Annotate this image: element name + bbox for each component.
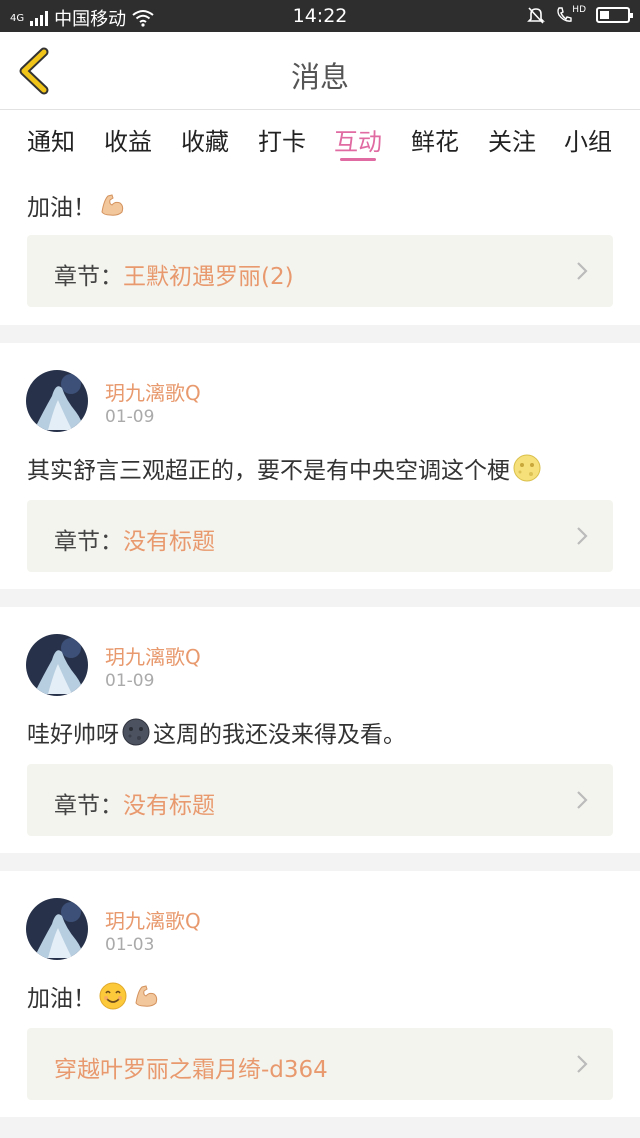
comment-text: 加油！ xyxy=(27,188,130,222)
chapter-prefix: 章节： xyxy=(54,264,123,290)
comment-text: 加油！ xyxy=(27,979,164,1013)
tab-label: 互动 xyxy=(334,128,382,156)
comment-date: 01-03 xyxy=(105,935,155,955)
avatar[interactable] xyxy=(26,370,88,432)
avatar[interactable] xyxy=(26,634,88,696)
nav-bar: 消息 xyxy=(0,32,640,110)
comment-body: 哇好帅呀 xyxy=(27,722,119,748)
chevron-right-icon xyxy=(577,527,588,545)
comment-text: 哇好帅呀 这周的我还没来得及看。 xyxy=(27,715,406,749)
chevron-right-icon xyxy=(577,791,588,809)
tab-label: 打卡 xyxy=(258,128,306,156)
chapter-prefix: 章节： xyxy=(54,793,123,819)
battery-icon xyxy=(596,7,633,23)
tab-notice[interactable]: 通知 xyxy=(16,122,86,157)
tab-label: 收藏 xyxy=(181,128,229,156)
page-title: 消息 xyxy=(290,60,349,94)
tab-label: 关注 xyxy=(488,128,536,156)
tab-label: 收益 xyxy=(104,128,152,156)
chapter-title: 没有标题 xyxy=(123,793,215,819)
tab-checkin[interactable]: 打卡 xyxy=(247,122,317,157)
chapter-link[interactable]: 穿越叶罗丽之霜月绮-d364 xyxy=(27,1028,613,1100)
comment-date: 01-09 xyxy=(105,407,155,427)
chapter-title: 穿越叶罗丽之霜月绮-d364 xyxy=(54,1057,328,1083)
chapter-label: 章节：没有标题 xyxy=(54,522,215,556)
chapter-prefix: 章节： xyxy=(54,529,123,555)
mute-bell-icon xyxy=(527,7,546,24)
chapter-title: 没有标题 xyxy=(123,529,215,555)
user-name[interactable]: 玥九漓歌Q xyxy=(105,641,201,670)
chapter-label: 章节：没有标题 xyxy=(54,786,215,820)
tab-groups[interactable]: 小组 xyxy=(553,122,623,157)
chapter-title: 王默初遇罗丽(2) xyxy=(123,264,294,290)
chapter-label: 穿越叶罗丽之霜月绮-d364 xyxy=(54,1050,328,1084)
status-bar: 4G 中国移动 14:22 HD xyxy=(0,0,640,32)
chevron-right-icon xyxy=(577,1055,588,1073)
active-tab-indicator xyxy=(340,158,376,161)
avatar[interactable] xyxy=(26,898,88,960)
hd-call-icon: HD xyxy=(556,6,586,24)
tab-label: 通知 xyxy=(27,128,75,156)
flexed-biceps-icon xyxy=(135,985,158,1007)
comment-body-continued: 这周的我还没来得及看。 xyxy=(153,722,406,748)
user-name[interactable]: 玥九漓歌Q xyxy=(105,905,201,934)
hd-label: HD xyxy=(572,5,586,15)
tab-favorites[interactable]: 收藏 xyxy=(170,122,240,157)
comment-body: 其实舒言三观超正的，要不是有中央空调这个梗 xyxy=(27,458,510,484)
comment-body: 加油！ xyxy=(27,986,96,1012)
chapter-link[interactable]: 章节：王默初遇罗丽(2) xyxy=(27,235,613,307)
message-item: 玥九漓歌Q 01-09 其实舒言三观超正的，要不是有中央空调这个梗 章节：没有标… xyxy=(0,343,640,589)
message-item: 玥九漓歌Q 01-03 加油！ 穿越叶罗丽之霜月绮-d364 xyxy=(0,871,640,1117)
tab-earnings[interactable]: 收益 xyxy=(93,122,163,157)
chapter-label: 章节：王默初遇罗丽(2) xyxy=(54,257,294,291)
tab-bar: 通知 收益 收藏 打卡 互动 鲜花 关注 小组 xyxy=(0,110,640,168)
tab-label: 鲜花 xyxy=(411,128,459,156)
chapter-link[interactable]: 章节：没有标题 xyxy=(27,764,613,836)
smiling-face-icon xyxy=(99,982,127,1010)
chevron-right-icon xyxy=(577,262,588,280)
new-moon-face-icon xyxy=(122,718,150,746)
tab-interaction[interactable]: 互动 xyxy=(323,122,393,161)
message-item: 玥九漓歌Q 01-09 哇好帅呀 这周的我还没来得及看。 章节：没有标题 xyxy=(0,607,640,853)
comment-date: 01-09 xyxy=(105,671,155,691)
comment-text: 其实舒言三观超正的，要不是有中央空调这个梗 xyxy=(27,451,544,485)
chapter-link[interactable]: 章节：没有标题 xyxy=(27,500,613,572)
message-item: 加油！ 章节：王默初遇罗丽(2) xyxy=(0,168,640,325)
user-name[interactable]: 玥九漓歌Q xyxy=(105,377,201,406)
tab-follow[interactable]: 关注 xyxy=(477,122,547,157)
tab-flowers[interactable]: 鲜花 xyxy=(400,122,470,157)
comment-body: 加油！ xyxy=(27,195,96,221)
full-moon-face-icon xyxy=(513,454,541,482)
tab-label: 小组 xyxy=(564,128,612,156)
flexed-biceps-icon xyxy=(101,194,124,216)
